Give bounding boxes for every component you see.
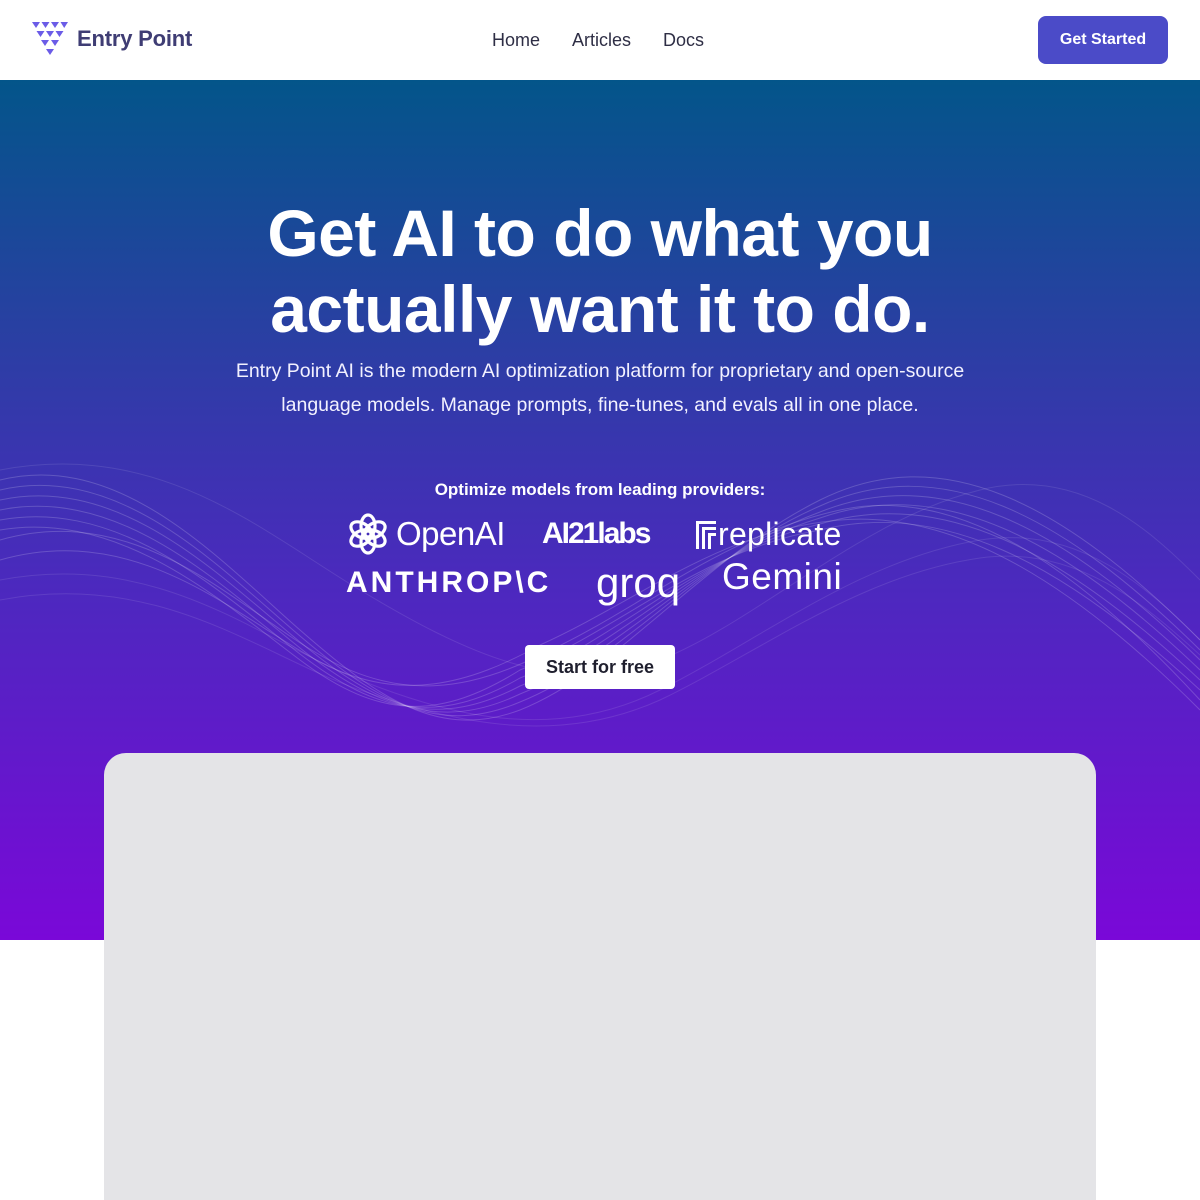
gemini-logo: Gemini xyxy=(722,554,842,600)
nav-docs-link[interactable]: Docs xyxy=(663,28,704,52)
provider-logos: OpenAI AI21labs replicate ANTHROP\C groq… xyxy=(346,508,856,608)
site-header: Entry Point Home Articles Docs Get Start… xyxy=(0,0,1200,80)
replicate-logo: replicate xyxy=(696,508,842,560)
openai-logo: OpenAI xyxy=(346,508,505,560)
groq-wordmark: groq xyxy=(596,559,681,606)
nav-articles-link[interactable]: Articles xyxy=(572,28,631,52)
hero-title: Get AI to do what you actually want it t… xyxy=(0,195,1200,347)
hero-subtitle: Entry Point AI is the modern AI optimiza… xyxy=(200,354,1000,422)
openai-icon xyxy=(349,513,387,555)
product-preview-panel xyxy=(104,753,1096,1200)
anthropic-wordmark: ANTHROP\C xyxy=(346,566,552,599)
ai21labs-logo: AI21labs xyxy=(542,508,651,560)
nav-home-link[interactable]: Home xyxy=(492,28,540,52)
hero-subtitle-line-1: Entry Point AI is the modern AI optimiza… xyxy=(235,360,965,382)
replicate-wordmark: replicate xyxy=(718,515,842,552)
anthropic-logo: ANTHROP\C xyxy=(346,560,551,606)
gemini-wordmark: Gemini xyxy=(722,556,843,597)
hero-subtitle-line-2: language models. Manage prompts, fine-tu… xyxy=(281,394,919,416)
brand-name: Entry Point xyxy=(77,26,193,51)
main-nav: Home Articles Docs xyxy=(492,28,736,52)
brand-link[interactable]: Entry Point xyxy=(32,22,192,56)
get-started-button[interactable]: Get Started xyxy=(1038,16,1168,64)
start-for-free-button[interactable]: Start for free xyxy=(525,645,675,689)
brand-logo-icon xyxy=(32,22,68,55)
openai-wordmark: OpenAI xyxy=(396,515,505,552)
hero-title-line-1: Get AI to do what you xyxy=(267,196,933,270)
hero-title-line-2: actually want it to do. xyxy=(270,272,930,346)
replicate-icon xyxy=(696,521,716,549)
providers-label: Optimize models from leading providers: xyxy=(434,480,766,499)
ai21labs-wordmark: AI21labs xyxy=(542,517,651,550)
groq-logo: groq xyxy=(596,558,680,608)
